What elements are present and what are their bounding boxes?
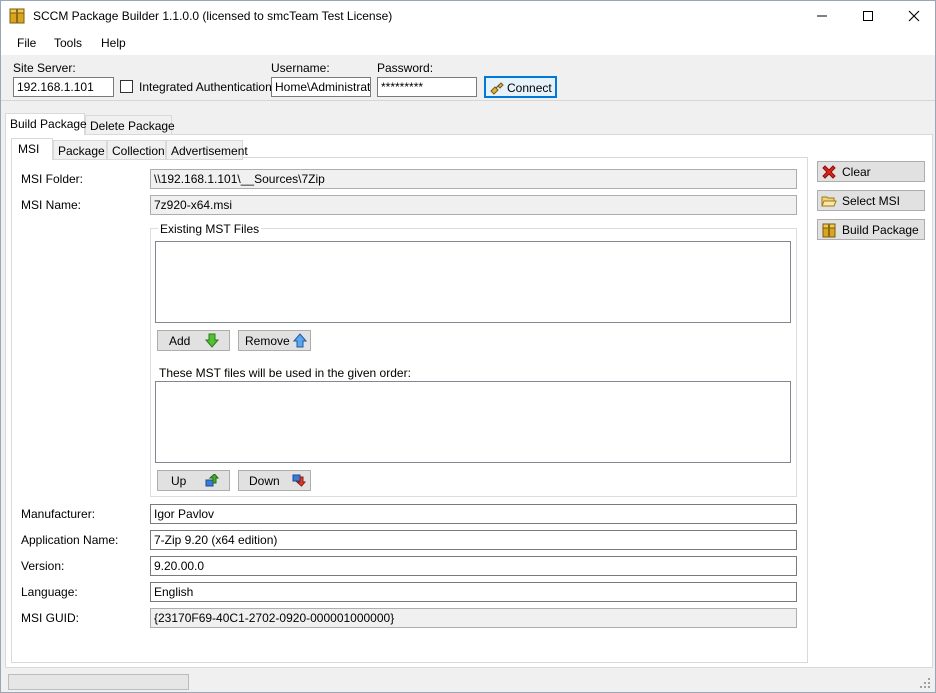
integrated-auth-label[interactable]: Integrated Authentication	[139, 80, 272, 94]
build-package-button[interactable]: Build Package	[817, 219, 925, 240]
menu-bar: File Tools Help	[1, 31, 935, 55]
clear-button[interactable]: Clear	[817, 161, 925, 182]
site-server-input[interactable]: 192.168.1.101	[13, 77, 114, 97]
password-label: Password:	[377, 61, 434, 75]
close-button[interactable]	[891, 1, 936, 31]
remove-button[interactable]: Remove	[238, 330, 311, 351]
package-icon	[9, 8, 25, 24]
folder-open-icon	[821, 196, 837, 207]
application-name-label: Application Name:	[21, 533, 119, 547]
application-name-input[interactable]: 7-Zip 9.20 (x64 edition)	[150, 530, 797, 550]
version-input[interactable]: 9.20.00.0	[150, 556, 797, 576]
main-window: SCCM Package Builder 1.1.0.0 (licensed t…	[0, 0, 936, 693]
tab-advertisement[interactable]: Advertisement	[166, 140, 248, 160]
language-label: Language:	[21, 585, 78, 599]
msi-name-field[interactable]: 7z920-x64.msi	[150, 195, 797, 215]
tab-build-package[interactable]: Build Package	[5, 113, 87, 135]
arrow-up-blue-icon	[293, 333, 307, 348]
red-x-icon	[822, 165, 836, 179]
menu-tools[interactable]: Tools	[54, 36, 82, 50]
up-button[interactable]: Up	[157, 470, 230, 491]
tab-msi[interactable]: MSI	[11, 138, 53, 160]
up-label: Up	[171, 474, 187, 488]
close-icon	[908, 10, 920, 22]
clear-label: Clear	[842, 165, 871, 179]
tab-package[interactable]: Package	[53, 140, 107, 160]
down-label: Down	[249, 474, 280, 488]
remove-label: Remove	[245, 334, 290, 348]
integrated-auth-checkbox[interactable]	[120, 80, 133, 93]
add-label: Add	[169, 334, 191, 348]
tab-delete-package[interactable]: Delete Package	[85, 115, 175, 135]
connect-label: Connect	[507, 81, 552, 95]
manufacturer-input[interactable]: Igor Pavlov	[150, 504, 797, 524]
username-label: Username:	[271, 61, 330, 75]
menu-file[interactable]: File	[17, 36, 36, 50]
msi-guid-field[interactable]: {23170F69-40C1-2702-0920-000001000000}	[150, 608, 797, 628]
msi-guid-label: MSI GUID:	[21, 611, 80, 625]
connect-icon	[490, 82, 504, 95]
msi-folder-label: MSI Folder:	[21, 172, 84, 186]
maximize-icon	[863, 11, 873, 21]
add-button[interactable]: Add	[157, 330, 230, 351]
package-build-icon	[822, 223, 836, 238]
existing-mst-list[interactable]	[155, 241, 791, 323]
select-msi-button[interactable]: Select MSI	[817, 190, 925, 211]
msi-folder-field[interactable]: \\192.168.1.101\__Sources\7Zip	[150, 169, 797, 189]
minimize-icon	[817, 15, 827, 17]
manufacturer-label: Manufacturer:	[21, 507, 96, 521]
window-title: SCCM Package Builder 1.1.0.0 (licensed t…	[33, 9, 393, 23]
select-msi-label: Select MSI	[842, 194, 901, 208]
ordered-mst-list[interactable]	[155, 381, 791, 463]
move-down-icon	[292, 474, 306, 487]
connect-button[interactable]: Connect	[484, 76, 557, 98]
down-button[interactable]: Down	[238, 470, 311, 491]
maximize-button[interactable]	[845, 1, 891, 31]
title-bar[interactable]: SCCM Package Builder 1.1.0.0 (licensed t…	[1, 1, 935, 31]
move-up-icon	[205, 474, 219, 487]
msi-name-label: MSI Name:	[21, 198, 82, 212]
tab-collection[interactable]: Collection	[107, 140, 166, 160]
resize-grip-icon[interactable]	[919, 677, 931, 689]
site-server-label: Site Server:	[13, 61, 76, 75]
build-package-label: Build Package	[842, 223, 919, 237]
menu-help[interactable]: Help	[101, 36, 126, 50]
minimize-button[interactable]	[799, 1, 845, 31]
progress-bar	[8, 674, 189, 690]
mst-order-label: These MST files will be used in the give…	[159, 366, 411, 380]
arrow-down-green-icon	[205, 333, 219, 348]
password-input[interactable]: *********	[377, 77, 477, 97]
language-input[interactable]: English	[150, 582, 797, 602]
mst-group-title: Existing MST Files	[158, 222, 262, 236]
version-label: Version:	[21, 559, 65, 573]
username-input[interactable]: Home\Administrator	[271, 77, 371, 97]
